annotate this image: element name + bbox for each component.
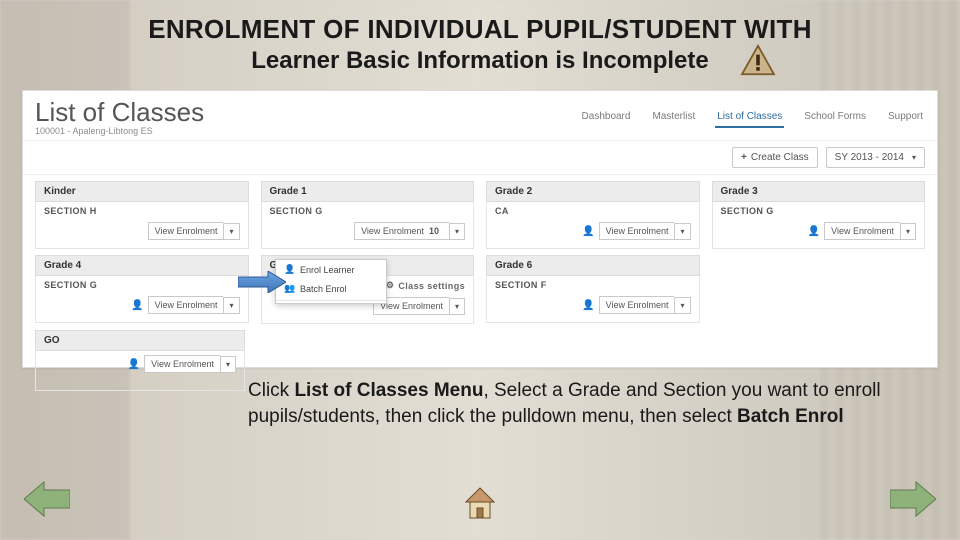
enrolment-dropdown-menu: 👤 Enrol Learner 👥 Batch Enrol bbox=[275, 259, 387, 304]
grade-row: Grade 4 SECTION G 👤 View Enrolment ▾ bbox=[35, 255, 925, 324]
view-enrolment-button[interactable]: View Enrolment bbox=[824, 222, 900, 240]
main-nav: Dashboard Masterlist List of Classes Sch… bbox=[580, 97, 925, 128]
section-name: SECTION G bbox=[44, 280, 97, 290]
dropdown-enrol-learner[interactable]: 👤 Enrol Learner bbox=[276, 260, 386, 279]
enrolment-caret[interactable]: ▾ bbox=[223, 223, 239, 240]
dropdown-item-label: Enrol Learner bbox=[300, 265, 355, 275]
sy-label: SY 2013 - 2014 bbox=[835, 152, 904, 163]
enrolment-caret[interactable]: ▾ bbox=[674, 223, 690, 240]
section-name: SECTION H bbox=[44, 206, 97, 216]
class-settings-label[interactable]: Class settings bbox=[398, 281, 465, 291]
grade-header: Grade 4 bbox=[35, 255, 249, 276]
create-class-label: Create Class bbox=[751, 152, 809, 163]
tab-dashboard[interactable]: Dashboard bbox=[580, 107, 633, 128]
person-icon: 👤 bbox=[128, 359, 140, 370]
enrolment-caret[interactable]: ▾ bbox=[449, 298, 465, 315]
grade-header: Grade 3 bbox=[712, 181, 926, 202]
grade-header: Kinder bbox=[35, 181, 249, 202]
view-enrolment-button[interactable]: View Enrolment bbox=[599, 222, 675, 240]
warning-icon bbox=[740, 44, 776, 76]
callout-arrow-icon bbox=[238, 271, 286, 298]
enrolment-caret[interactable]: ▾ bbox=[449, 223, 465, 240]
toolbar: + Create Class SY 2013 - 2014 ▾ bbox=[23, 140, 937, 175]
grade-header: GO bbox=[35, 330, 245, 351]
create-class-button[interactable]: + Create Class bbox=[732, 147, 818, 168]
view-enrolment-button[interactable]: View Enrolment bbox=[148, 296, 224, 314]
page-heading: List of Classes bbox=[35, 97, 204, 128]
grade-header: Grade 1 bbox=[261, 181, 475, 202]
enrolment-count: 10 bbox=[429, 226, 439, 236]
school-year-dropdown[interactable]: SY 2013 - 2014 ▾ bbox=[826, 147, 925, 168]
prev-slide-button[interactable] bbox=[24, 480, 70, 518]
grade-header: Grade 2 bbox=[486, 181, 700, 202]
view-enrolment-button[interactable]: View Enrolment bbox=[148, 222, 224, 240]
section-name: SECTION G bbox=[721, 206, 774, 216]
plus-icon: + bbox=[741, 152, 747, 163]
view-enrolment-button[interactable]: View Enrolment 10 bbox=[354, 222, 449, 240]
home-button[interactable] bbox=[460, 482, 500, 522]
grade-card-g1: Grade 1 SECTION G View Enrolment 10 ▾ bbox=[261, 181, 475, 249]
title-line-1: ENROLMENT OF INDIVIDUAL PUPIL/STUDENT WI… bbox=[0, 14, 960, 45]
section-name: SECTION G bbox=[270, 206, 323, 216]
caret-down-icon: ▾ bbox=[912, 153, 916, 162]
section-name: SECTION F bbox=[495, 280, 547, 290]
tab-list-of-classes[interactable]: List of Classes bbox=[715, 107, 784, 128]
app-window: List of Classes 100001 - Apaleng-Libtong… bbox=[22, 90, 938, 368]
view-enrolment-button[interactable]: View Enrolment bbox=[144, 355, 220, 373]
title-line-2: Learner Basic Information is Incomplete bbox=[0, 47, 960, 75]
grade-card-g6: Grade 6 SECTION F 👤 View Enrolment ▾ bbox=[486, 255, 700, 324]
class-grid: Kinder SECTION H View Enrolment ▾ Grade … bbox=[23, 175, 937, 403]
dropdown-item-label: Batch Enrol bbox=[300, 284, 347, 294]
enrolment-caret[interactable]: ▾ bbox=[674, 297, 690, 314]
next-slide-button[interactable] bbox=[890, 480, 936, 518]
grade-card-g2: Grade 2 CA 👤 View Enrolment ▾ bbox=[486, 181, 700, 249]
dropdown-batch-enrol[interactable]: 👥 Batch Enrol bbox=[276, 279, 386, 298]
slide-title: ENROLMENT OF INDIVIDUAL PUPIL/STUDENT WI… bbox=[0, 14, 960, 75]
grade-header: Grade 6 bbox=[486, 255, 700, 276]
person-icon: 👤 bbox=[582, 226, 594, 237]
instruction-caption: Click List of Classes Menu, Select a Gra… bbox=[248, 378, 900, 429]
tab-support[interactable]: Support bbox=[886, 107, 925, 128]
slide: ENROLMENT OF INDIVIDUAL PUPIL/STUDENT WI… bbox=[0, 0, 960, 540]
section-name: CA bbox=[495, 206, 509, 216]
gear-icon: ⚙ bbox=[386, 280, 394, 291]
app-title-block: List of Classes 100001 - Apaleng-Libtong… bbox=[35, 97, 204, 136]
person-icon: 👤 bbox=[808, 226, 820, 237]
grade-card-g4: Grade 4 SECTION G 👤 View Enrolment ▾ bbox=[35, 255, 249, 324]
enrolment-caret[interactable]: ▾ bbox=[220, 356, 236, 373]
tab-masterlist[interactable]: Masterlist bbox=[650, 107, 697, 128]
person-icon: 👤 bbox=[582, 300, 594, 311]
grade-row: Kinder SECTION H View Enrolment ▾ Grade … bbox=[35, 181, 925, 249]
grade-card-go: GO 👤 View Enrolment ▾ bbox=[35, 330, 245, 391]
app-header: List of Classes 100001 - Apaleng-Libtong… bbox=[23, 91, 937, 136]
grade-card-kinder: Kinder SECTION H View Enrolment ▾ bbox=[35, 181, 249, 249]
view-enrolment-button[interactable]: View Enrolment bbox=[599, 296, 675, 314]
enrolment-caret[interactable]: ▾ bbox=[223, 297, 239, 314]
grade-card-g3: Grade 3 SECTION G 👤 View Enrolment ▾ bbox=[712, 181, 926, 249]
person-icon: 👤 bbox=[131, 300, 143, 311]
tab-school-forms[interactable]: School Forms bbox=[802, 107, 868, 128]
enrolment-caret[interactable]: ▾ bbox=[900, 223, 916, 240]
